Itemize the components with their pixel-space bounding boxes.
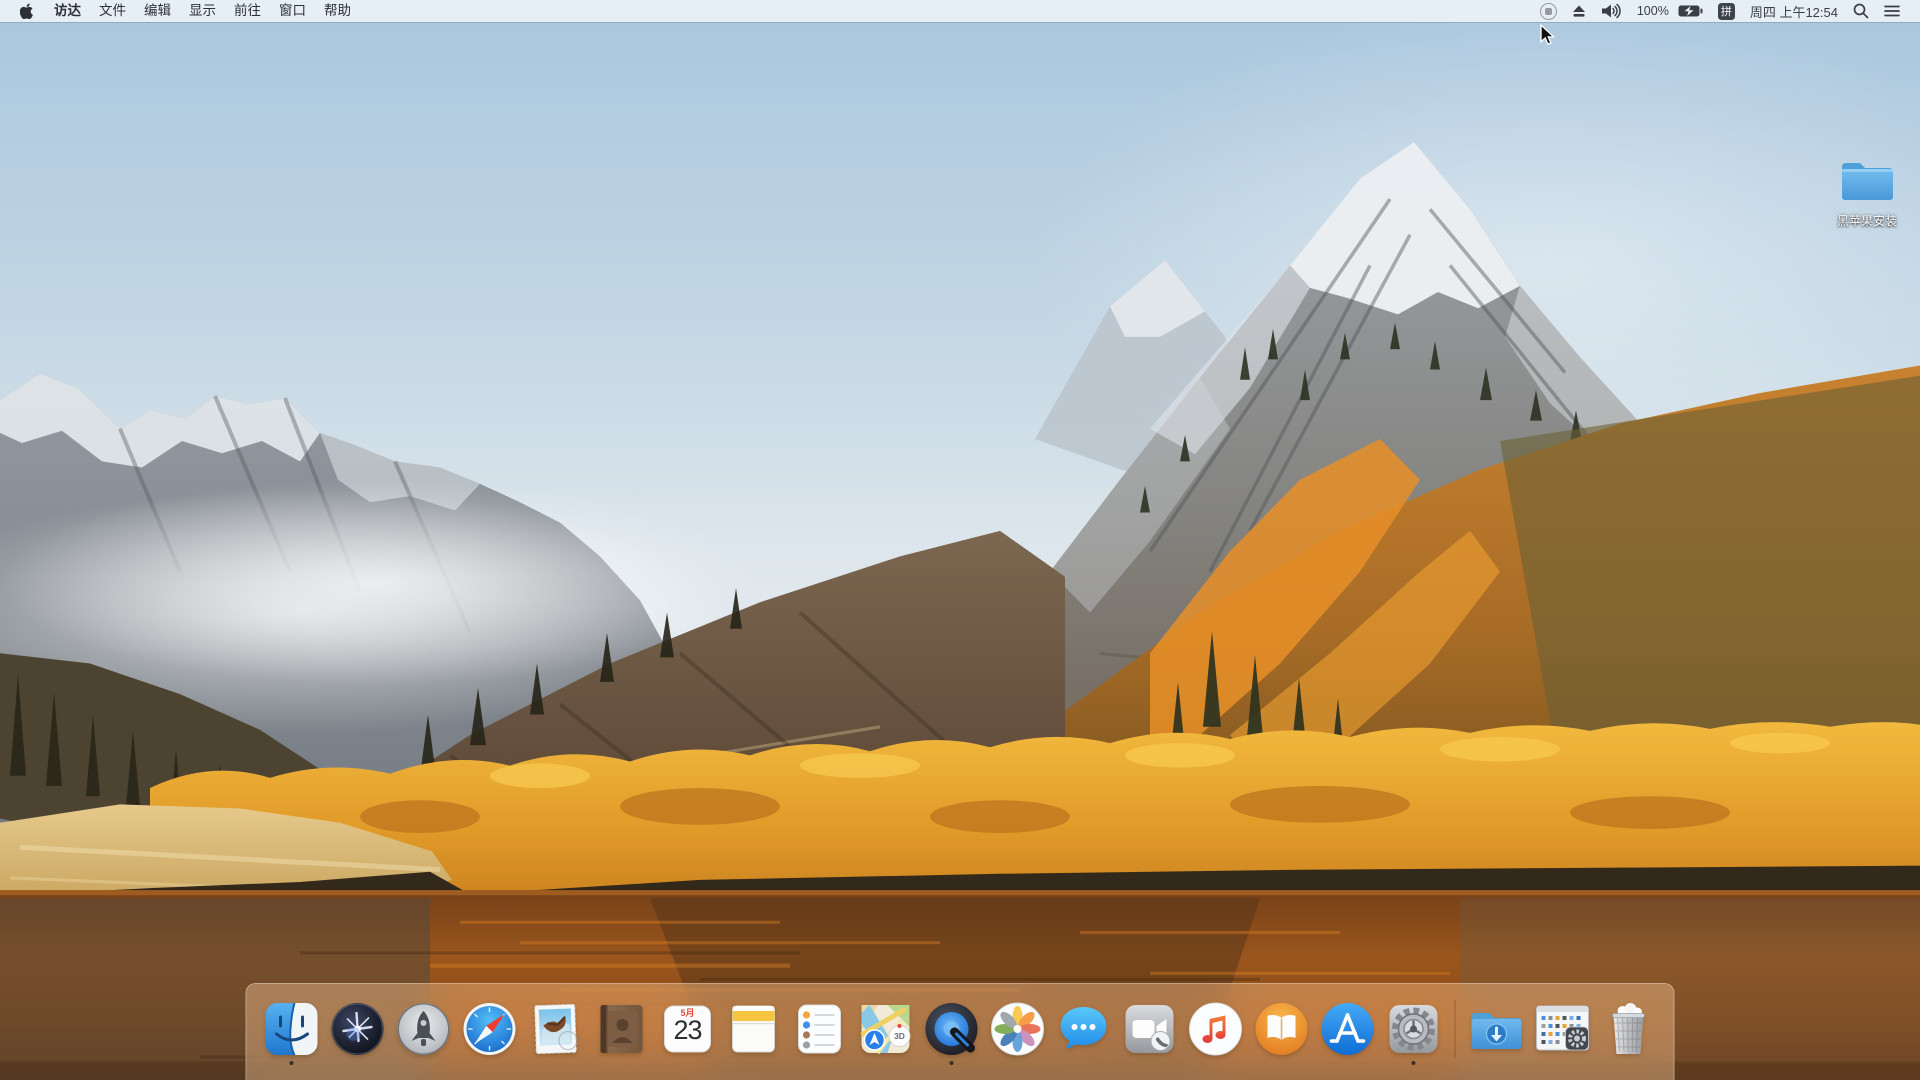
menu-edit[interactable]: 编辑 <box>135 0 180 22</box>
folder-icon <box>1838 156 1896 209</box>
dock-minimized-window-icon[interactable] <box>1535 1001 1591 1057</box>
stop-recording-icon[interactable] <box>1539 2 1557 20</box>
dock-downloads-folder-icon[interactable] <box>1469 1001 1525 1057</box>
dock-finder-icon[interactable] <box>264 1001 320 1065</box>
battery-charging-icon[interactable] <box>1678 5 1703 17</box>
dock-notes-icon[interactable] <box>726 1001 782 1057</box>
desktop: 访达 文件 编辑 显示 前往 窗口 帮助 100% 拼 周四 上午12:54 黑… <box>0 0 1920 1080</box>
menu-finder[interactable]: 访达 <box>45 0 90 22</box>
dock-photos-icon[interactable] <box>990 1001 1046 1057</box>
menu-bar-clock[interactable]: 周四 上午12:54 <box>1750 2 1838 21</box>
volume-icon[interactable] <box>1601 3 1622 19</box>
input-method-badge[interactable]: 拼 <box>1717 2 1735 20</box>
menu-help[interactable]: 帮助 <box>315 0 360 22</box>
dock-launchpad-icon[interactable] <box>396 1001 452 1057</box>
menu-window[interactable]: 窗口 <box>270 0 315 22</box>
menu-go[interactable]: 前往 <box>225 0 270 22</box>
menu-file[interactable]: 文件 <box>90 0 135 22</box>
apple-menu-icon[interactable] <box>18 3 45 19</box>
dock-system-preferences-icon[interactable] <box>1386 1001 1442 1065</box>
dock-messages-icon[interactable] <box>1056 1001 1112 1057</box>
dock-facetime-icon[interactable] <box>1122 1001 1178 1057</box>
dock-calendar-icon[interactable]: 5月 23 <box>660 1001 716 1057</box>
dock-divider <box>1454 1000 1456 1058</box>
dock-mail-icon[interactable] <box>528 1001 584 1057</box>
menu-view[interactable]: 显示 <box>180 0 225 22</box>
dock-reminders-icon[interactable] <box>792 1001 848 1057</box>
dock-quicktime-icon[interactable] <box>924 1001 980 1065</box>
dock-safari-icon[interactable] <box>462 1001 518 1057</box>
dock-contacts-icon[interactable] <box>594 1001 650 1057</box>
spotlight-search-icon[interactable] <box>1853 3 1869 19</box>
folder-label: 黑苹果安装 <box>1836 214 1897 228</box>
dock: 5月 23 3D <box>245 983 1675 1080</box>
dock-ibooks-icon[interactable] <box>1254 1001 1310 1057</box>
dock-siri-icon[interactable] <box>330 1001 386 1057</box>
battery-percent[interactable]: 100% <box>1637 4 1669 18</box>
dock-itunes-icon[interactable] <box>1188 1001 1244 1057</box>
dock-trash-full-icon[interactable] <box>1601 1001 1657 1057</box>
dock-appstore-icon[interactable] <box>1320 1001 1376 1057</box>
calendar-day-label: 23 <box>673 1015 702 1045</box>
dock-maps-icon[interactable]: 3D <box>858 1001 914 1057</box>
menu-bar: 访达 文件 编辑 显示 前往 窗口 帮助 100% 拼 周四 上午12:54 <box>0 0 1920 22</box>
maps-3d-badge: 3D <box>888 1024 911 1047</box>
eject-icon[interactable] <box>1572 4 1586 18</box>
notification-center-icon[interactable] <box>1884 4 1900 18</box>
wallpaper-high-sierra <box>0 0 1920 1080</box>
desktop-folder-hackintosh-install[interactable]: 黑苹果安装 <box>1824 156 1910 229</box>
